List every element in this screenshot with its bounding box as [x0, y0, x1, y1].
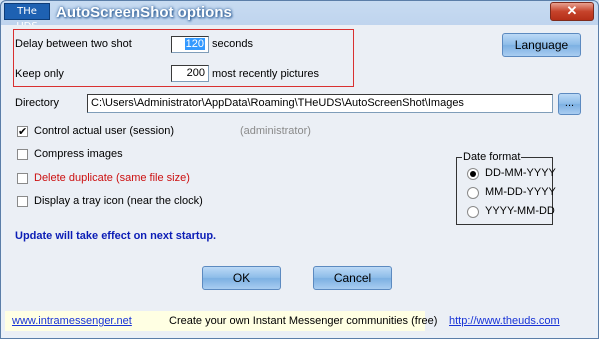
delay-input[interactable]: 120	[171, 36, 209, 53]
date-option-dd-mm-yyyy: DD-MM-YYYY	[485, 167, 556, 179]
date-option-mm-dd-yyyy: MM-DD-YYYY	[485, 186, 556, 198]
close-icon: ✕	[566, 3, 578, 18]
browse-button[interactable]: ...	[558, 93, 581, 115]
app-logo: THe UDS	[4, 3, 50, 32]
footer-ad-text: Create your own Instant Messenger commun…	[169, 315, 438, 327]
directory-input[interactable]: C:\Users\Administrator\AppData\Roaming\T…	[87, 94, 553, 113]
title-bar[interactable]: THe UDS AutoScreenShot options ✕	[1, 1, 598, 32]
date-option-yyyy-mm-dd: YYYY-MM-DD	[485, 205, 555, 217]
tray-icon-label: Display a tray icon (near the clock)	[34, 195, 203, 207]
admin-note: (administrator)	[240, 125, 311, 137]
checkmark-icon: ✔	[18, 126, 28, 138]
options-window: THe UDS AutoScreenShot options ✕ Delay b…	[0, 0, 599, 339]
footer-ad-bar: www.intramessenger.net Create your own I…	[5, 311, 437, 331]
tray-icon-checkbox[interactable]	[17, 196, 28, 207]
keep-input[interactable]: 200	[171, 65, 209, 82]
radio-mm-dd-yyyy[interactable]	[467, 187, 479, 199]
radio-yyyy-mm-dd[interactable]	[467, 206, 479, 218]
compress-checkbox[interactable]	[17, 149, 28, 160]
control-user-checkbox[interactable]: ✔	[17, 126, 28, 138]
delete-duplicate-checkbox[interactable]	[17, 173, 28, 184]
radio-selected-dot	[470, 171, 476, 177]
ok-button[interactable]: OK	[202, 266, 281, 290]
language-button[interactable]: Language	[502, 33, 581, 57]
theuds-link[interactable]: http://www.theuds.com	[449, 315, 560, 327]
directory-label: Directory	[15, 97, 60, 109]
intramessenger-link[interactable]: www.intramessenger.net	[12, 315, 132, 327]
keep-unit-label: most recently pictures	[212, 68, 319, 80]
delay-label: Delay between two shot	[15, 38, 132, 50]
delete-duplicate-label: Delete duplicate (same file size)	[34, 172, 190, 184]
close-button[interactable]: ✕	[550, 2, 594, 21]
radio-dd-mm-yyyy[interactable]	[467, 168, 479, 180]
date-format-title: Date format	[462, 151, 522, 163]
keep-label: Keep only	[15, 68, 64, 80]
window-title: AutoScreenShot options	[56, 4, 232, 21]
date-format-group: Date format DD-MM-YYYY MM-DD-YYYY YYYY-M…	[456, 151, 556, 225]
restart-notice: Update will take effect on next startup.	[15, 230, 217, 242]
delay-value: 120	[184, 38, 205, 50]
options-panel: Delay between two shot 120 seconds Keep …	[5, 25, 594, 335]
cancel-button[interactable]: Cancel	[313, 266, 392, 290]
control-user-label: Control actual user (session)	[34, 125, 175, 137]
compress-label: Compress images	[34, 148, 123, 160]
delay-unit-label: seconds	[212, 38, 253, 50]
